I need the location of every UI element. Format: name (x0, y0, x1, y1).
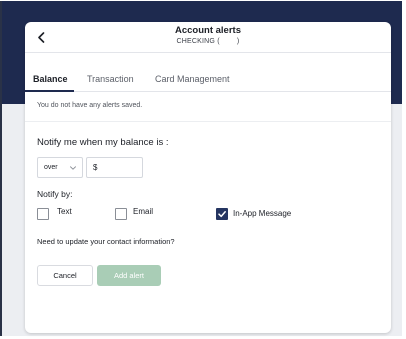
email-option-label: Email (133, 207, 154, 216)
in-app-checkbox[interactable] (216, 208, 228, 220)
balance-amount-input[interactable] (103, 160, 141, 175)
balance-amount-field[interactable]: $ (86, 157, 143, 178)
chevron-down-icon (70, 166, 76, 170)
account-subtitle: CHECKING ( ) (176, 38, 240, 45)
dialog-title-group: Account alerts CHECKING ( ) (85, 25, 331, 47)
text-option-label: Text (57, 207, 72, 216)
right-edge (402, 0, 406, 339)
add-alert-button[interactable]: Add alert (97, 265, 161, 286)
section-divider (25, 121, 391, 122)
alert-type-tabs: Balance Transaction Card Management (25, 64, 391, 92)
email-checkbox[interactable] (115, 208, 127, 220)
active-tab-indicator (25, 90, 74, 92)
cancel-button[interactable]: Cancel (37, 265, 93, 286)
in-app-option-label: In-App Message (233, 209, 292, 218)
tab-transaction[interactable]: Transaction (87, 74, 134, 84)
tab-card-management[interactable]: Card Management (155, 74, 230, 84)
selected-condition: over (44, 164, 58, 171)
chevron-left-icon (38, 31, 45, 43)
dialog-header: Account alerts CHECKING ( ) (25, 22, 391, 53)
check-icon (218, 211, 226, 218)
currency-symbol: $ (93, 163, 98, 172)
empty-alerts-message: You do not have any alerts saved. (37, 102, 143, 109)
update-contact-link[interactable]: Need to update your contact information? (37, 237, 175, 246)
tab-balance[interactable]: Balance (33, 74, 68, 84)
balance-condition-label: Notify me when my balance is : (37, 137, 169, 148)
text-checkbox[interactable] (37, 208, 49, 220)
balance-condition-select[interactable]: over (37, 157, 83, 178)
left-edge (0, 0, 2, 339)
top-edge (0, 0, 406, 1)
notify-by-label: Notify by: (37, 189, 73, 199)
dialog-title: Account alerts (175, 25, 241, 36)
account-alerts-dialog: Account alerts CHECKING ( ) Balance Tran… (25, 22, 391, 333)
back-button[interactable] (34, 30, 48, 44)
